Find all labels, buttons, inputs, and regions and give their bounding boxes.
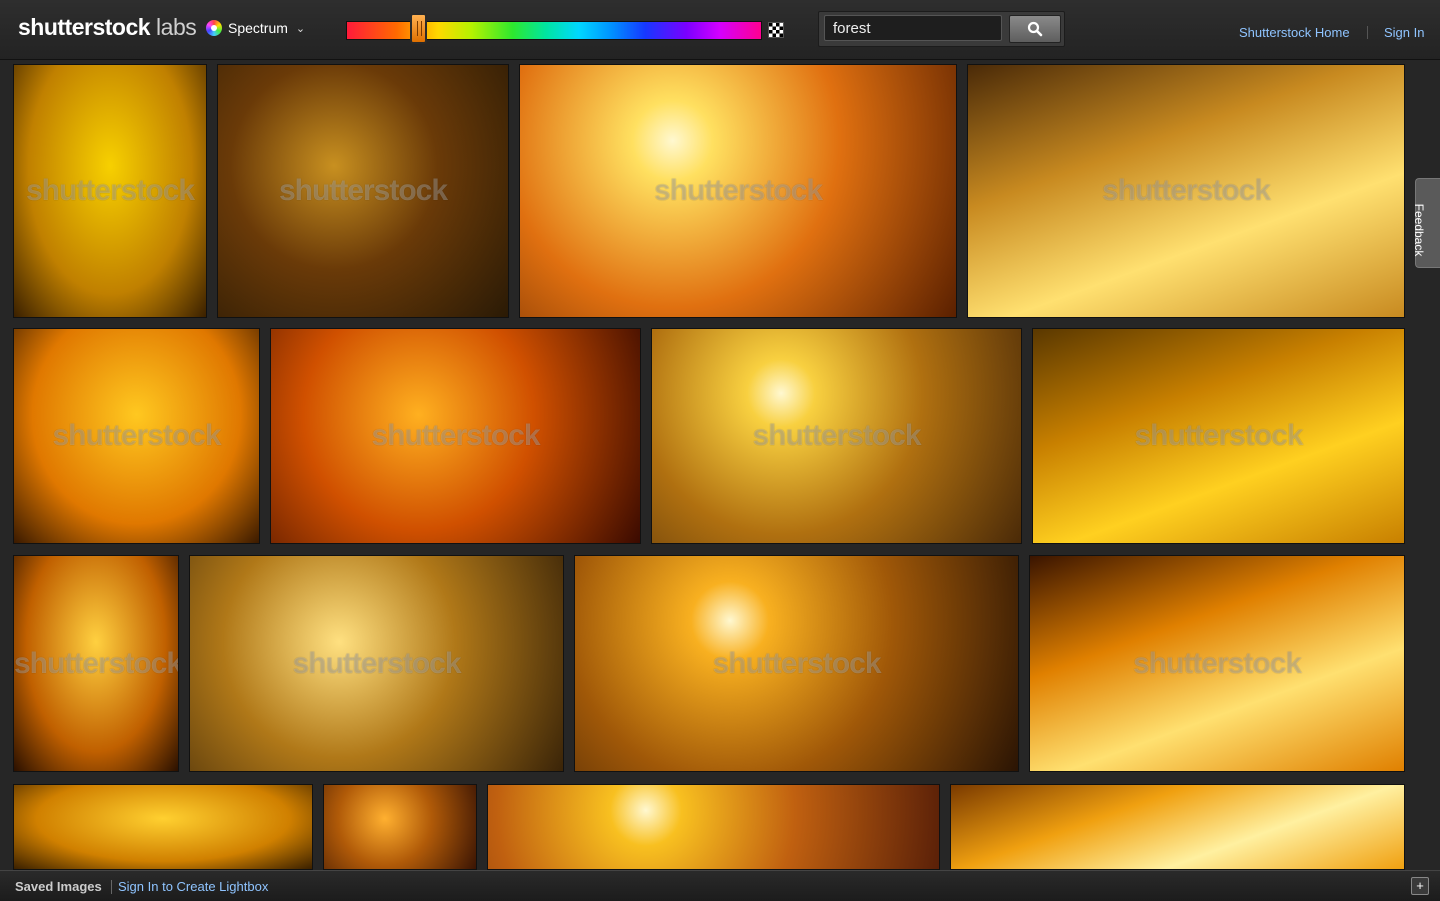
watermark-text: shutterstock [292,646,461,680]
watermark-text: shutterstock [371,419,540,452]
expand-button[interactable]: + [1411,877,1429,895]
color-wheel-icon [206,20,222,36]
image-tile[interactable] [13,784,313,870]
watermark-text: shutterstock [712,646,881,680]
mode-label: Spectrum [228,20,288,36]
feedback-tab[interactable]: Feedback [1412,178,1440,268]
search-box [818,11,1065,47]
transparent-color-icon[interactable] [768,22,784,38]
nav-divider [1367,26,1368,39]
image-tile[interactable]: shutterstock [967,64,1405,318]
image-tile[interactable]: shutterstock [13,64,207,318]
search-icon [1027,21,1043,37]
watermark-text: shutterstock [52,419,221,452]
watermark-text: shutterstock [14,646,179,680]
mode-dropdown[interactable]: Spectrum ⌄ [206,20,305,36]
footer-divider [111,880,112,894]
watermark-text: shutterstock [752,419,921,452]
image-tile[interactable]: shutterstock [574,555,1019,772]
top-bar: shutterstocklabs Spectrum ⌄ Shutterstock… [0,0,1440,60]
create-lightbox-link[interactable]: Sign In to Create Lightbox [118,879,268,894]
image-tile[interactable]: shutterstock [519,64,957,318]
spectrum-slider-handle[interactable] [410,13,427,44]
feedback-label: Feedback [1412,203,1426,257]
image-tile[interactable]: shutterstock [189,555,564,772]
search-input[interactable] [824,15,1002,41]
image-tile[interactable]: shutterstock [13,555,179,772]
watermark-text: shutterstock [1132,646,1302,680]
image-tile[interactable]: shutterstock [651,328,1022,544]
color-spectrum-slider[interactable] [346,21,762,40]
image-tile[interactable]: shutterstock [1032,328,1405,544]
image-tile[interactable]: shutterstock [1029,555,1405,772]
image-tile[interactable] [487,784,940,870]
watermark-text: shutterstock [278,174,448,207]
sign-in-link[interactable]: Sign In [1384,25,1424,40]
watermark-text: shutterstock [1134,419,1303,452]
watermark-text: shutterstock [25,174,195,207]
logo-suffix: labs [156,14,197,40]
shutterstock-labs-logo[interactable]: shutterstock labs [18,14,197,41]
watermark-text: shutterstock [1101,174,1271,207]
image-tile[interactable] [950,784,1405,870]
saved-images-label: Saved Images [15,879,102,894]
chevron-down-icon: ⌄ [295,22,306,35]
watermark-text: shutterstock [653,174,823,207]
logo-brand: shutterstock [18,14,151,40]
search-button[interactable] [1009,15,1061,43]
bottom-bar: Saved Images Sign In to Create Lightbox … [0,870,1440,901]
shutterstock-home-link[interactable]: Shutterstock Home [1239,25,1350,40]
image-tile[interactable]: shutterstock [270,328,641,544]
image-tile[interactable] [323,784,477,870]
image-tile[interactable]: shutterstock [217,64,509,318]
image-tile[interactable]: shutterstock [13,328,260,544]
